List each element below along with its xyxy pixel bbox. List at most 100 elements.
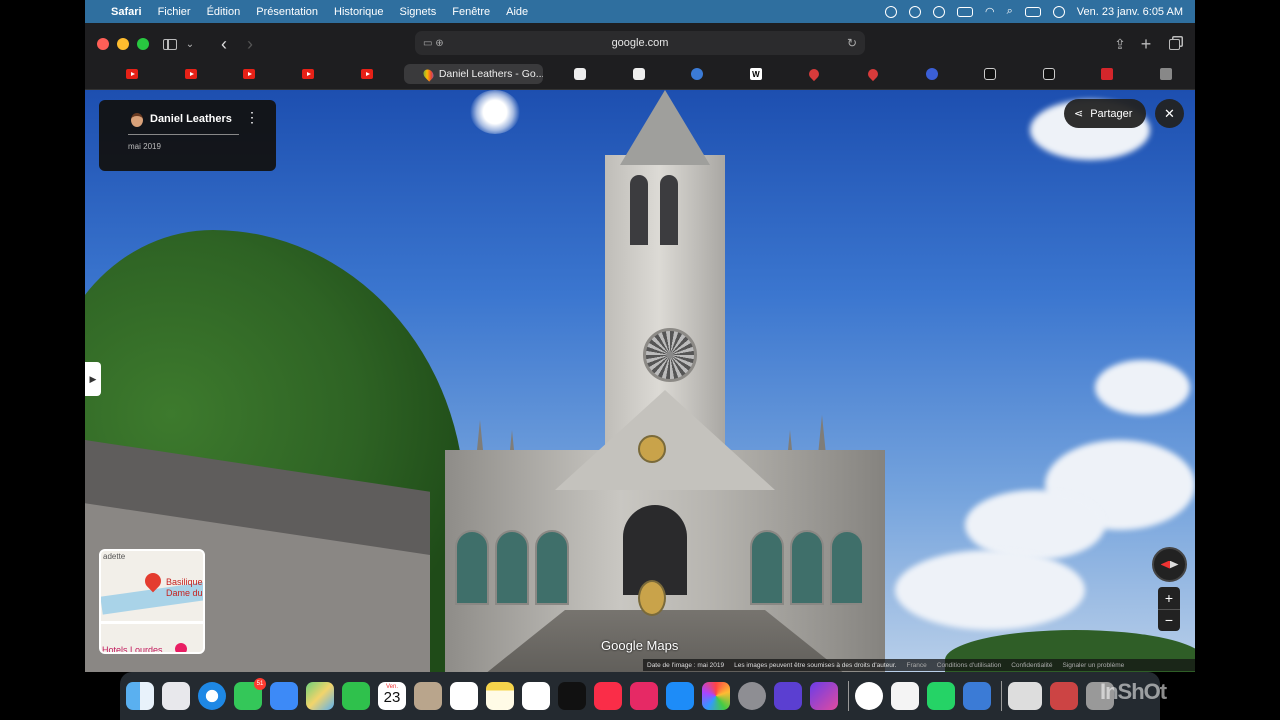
tab-youtube-2[interactable] — [162, 63, 221, 85]
system-settings-icon[interactable] — [738, 682, 766, 710]
youtube-icon — [301, 69, 314, 79]
reminders-icon[interactable] — [450, 682, 478, 710]
menubar-clock[interactable]: Ven. 23 janv. 6:05 AM — [1077, 6, 1183, 18]
menu-safari[interactable]: Safari — [111, 6, 142, 18]
forward-button[interactable]: › — [241, 34, 259, 54]
menu-aide[interactable]: Aide — [506, 6, 528, 18]
apple-tv-icon[interactable] — [558, 682, 586, 710]
unread-badge: 51 — [254, 678, 266, 690]
maps-icon[interactable] — [306, 682, 334, 710]
photo-author-card: Daniel Leathers ⋮ mai 2019 — [99, 100, 276, 171]
photos-icon[interactable] — [702, 682, 730, 710]
wifi-icon[interactable]: ◠ — [985, 5, 995, 18]
siri-icon[interactable] — [1052, 5, 1065, 18]
country-link[interactable]: France — [907, 662, 927, 669]
url-text[interactable]: google.com — [415, 37, 865, 49]
tab-title: Daniel Leathers - Go... — [438, 68, 543, 80]
control-center-icon[interactable] — [1024, 6, 1041, 17]
reload-icon[interactable]: ↻ — [847, 36, 857, 50]
messages-icon[interactable]: 51 — [234, 678, 266, 710]
shortcuts-icon[interactable] — [810, 682, 838, 710]
share-label: Partager — [1090, 107, 1133, 120]
tab-active-google-maps[interactable]: Daniel Leathers - Go... — [403, 64, 543, 84]
arched-window — [455, 530, 489, 605]
clock-icon[interactable] — [933, 5, 946, 18]
minimize-window-button[interactable] — [117, 38, 129, 50]
zoom-out-button[interactable]: − — [1158, 610, 1180, 632]
terms-link[interactable]: Conditions d'utilisation — [937, 662, 1001, 669]
launchpad-icon[interactable] — [162, 682, 190, 710]
hotel-icon — [175, 643, 187, 652]
menu-fichier[interactable]: Fichier — [158, 6, 191, 18]
author-name[interactable]: Daniel Leathers — [150, 113, 232, 125]
tab-maps-2[interactable] — [844, 63, 903, 85]
safari-icon[interactable] — [198, 682, 226, 710]
battery-icon[interactable] — [957, 6, 974, 17]
tab-overview-button[interactable] — [1165, 34, 1183, 54]
address-bar[interactable]: ▭ ⊕ google.com ↻ — [415, 31, 865, 55]
menu-presentation[interactable]: Présentation — [256, 6, 318, 18]
screen-recorder-icon[interactable] — [630, 682, 658, 710]
fullscreen-window-button[interactable] — [137, 38, 149, 50]
zoom-in-button[interactable]: + — [1158, 587, 1180, 609]
imovie-icon[interactable] — [774, 682, 802, 710]
sidebar-toggle-button[interactable] — [161, 34, 179, 54]
privacy-link[interactable]: Confidentialité — [1011, 662, 1052, 669]
facetime-icon[interactable] — [342, 682, 370, 710]
mail-icon[interactable] — [270, 682, 298, 710]
tab-tiktok-1[interactable] — [961, 63, 1020, 85]
app-store-icon[interactable] — [666, 682, 694, 710]
new-tab-button[interactable]: + — [1137, 34, 1155, 54]
minimap[interactable]: adette Basilique Dame du Hotels Lourdes — [99, 549, 205, 654]
tab-edge[interactable] — [668, 63, 727, 85]
menu-fenetre[interactable]: Fenêtre — [452, 6, 490, 18]
chat-icon — [632, 68, 645, 80]
recent-file-icon[interactable] — [1008, 682, 1042, 710]
calendar-icon[interactable]: Ven. 23 — [378, 682, 406, 710]
expand-panel-button[interactable]: ▶ — [85, 362, 101, 396]
back-button[interactable]: ‹ — [215, 34, 233, 54]
tab-youtube-5[interactable] — [337, 63, 396, 85]
menu-bar: Safari Fichier Édition Présentation Hist… — [85, 0, 1195, 23]
downloads-icon[interactable] — [1050, 682, 1078, 710]
music-icon[interactable] — [594, 682, 622, 710]
chevron-down-icon[interactable]: ⌄ — [183, 34, 197, 54]
street-view-panorama[interactable] — [85, 90, 1195, 672]
tab-wikipedia[interactable]: W — [727, 63, 786, 85]
freeform-icon[interactable] — [522, 682, 550, 710]
record-icon[interactable] — [885, 5, 898, 18]
tab-youtube-3[interactable] — [220, 63, 279, 85]
menu-historique[interactable]: Historique — [334, 6, 384, 18]
avatar[interactable] — [131, 113, 143, 127]
menu-signets[interactable]: Signets — [400, 6, 437, 18]
tab-youtube-4[interactable] — [279, 63, 338, 85]
compass-button[interactable] — [1152, 547, 1187, 582]
share-icon[interactable]: ⇪ — [1111, 34, 1129, 54]
tab-openai[interactable] — [551, 63, 610, 85]
menu-edition[interactable]: Édition — [207, 6, 241, 18]
screenshot-icon[interactable] — [963, 682, 991, 710]
tab-chat[interactable] — [609, 63, 668, 85]
arched-window — [495, 530, 529, 605]
play-icon[interactable] — [909, 5, 922, 18]
search-icon[interactable]: ⌕ — [1007, 5, 1013, 18]
close-street-view-button[interactable]: ✕ — [1155, 99, 1184, 128]
tab-youtube-1[interactable] — [103, 63, 162, 85]
finder-icon[interactable] — [126, 682, 154, 710]
zoom-control: + − — [1158, 587, 1180, 631]
more-options-icon[interactable]: ⋮ — [245, 110, 259, 124]
tab-tiktok-2[interactable] — [1019, 63, 1078, 85]
tab-maps-1[interactable] — [785, 63, 844, 85]
numbers-icon[interactable] — [927, 682, 955, 710]
quicktime-icon[interactable] — [855, 682, 883, 710]
tab-vivaldi[interactable] — [1078, 63, 1137, 85]
tab-wordpress[interactable] — [902, 63, 961, 85]
page-menu-icon[interactable]: ▭ ⊕ — [423, 38, 444, 49]
document-icon[interactable] — [891, 682, 919, 710]
notes-icon[interactable] — [486, 682, 514, 710]
share-button[interactable]: ⋖ Partager — [1064, 99, 1146, 128]
contacts-icon[interactable] — [414, 682, 442, 710]
report-problem-link[interactable]: Signaler un problème — [1062, 662, 1124, 669]
tab-generic[interactable] — [1137, 63, 1196, 85]
close-window-button[interactable] — [97, 38, 109, 50]
